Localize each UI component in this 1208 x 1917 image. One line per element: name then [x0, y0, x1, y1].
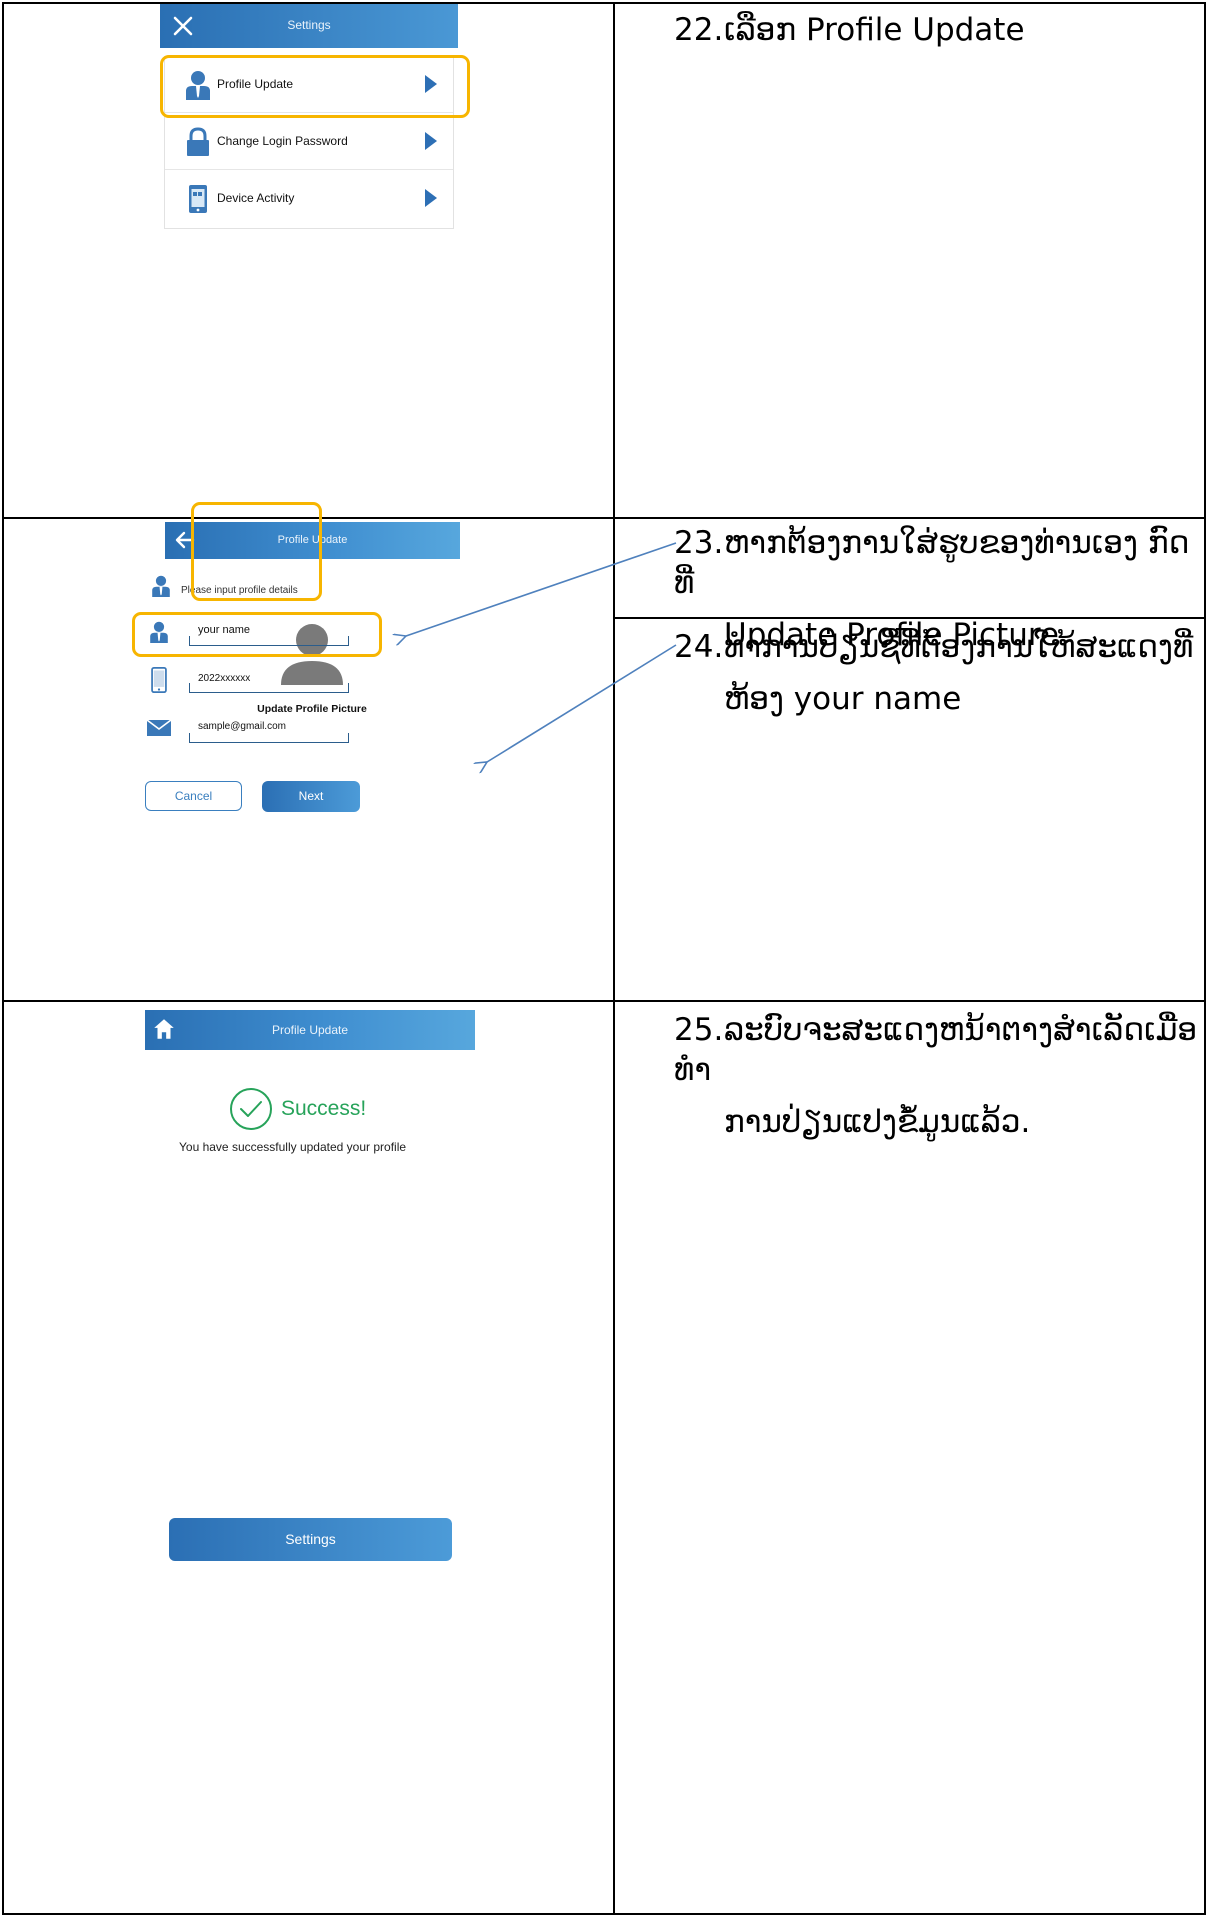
cancel-button[interactable]: Cancel	[145, 781, 242, 811]
chevron-right-icon	[425, 189, 437, 207]
settings-screen: Settings Profile Update Change Login Pas…	[160, 4, 458, 244]
success-heading: Success!	[281, 1097, 367, 1120]
success-screen: Profile Update Success! You have success…	[145, 1010, 475, 1580]
step-text: ຫາກຕ້ອງການໃສ່ຮູບຂອງທ່ານເອງ ກົດທີ່	[674, 525, 1190, 601]
user-icon	[152, 575, 170, 597]
check-circle-icon	[230, 1088, 272, 1130]
chevron-right-icon	[425, 132, 437, 150]
device-icon	[189, 185, 207, 213]
step-25: 25.ລະບົບຈະສະແດງຫນ້າຕາງສຳເລັດເມື່ອ ທຳ ການ…	[674, 1010, 1208, 1142]
step-number: 22.	[674, 12, 724, 48]
next-button[interactable]: Next	[262, 781, 360, 812]
step-24: 24.ທຳການປ່ຽນຊື່ທີ່ຕ້ອງການໃຫ້ສະແດງທີ່ ຫ້ອ…	[674, 627, 1193, 719]
step-number: 25.	[674, 1012, 724, 1048]
app-bar-title: Profile Update	[271, 1023, 349, 1037]
table-column-divider	[613, 2, 615, 1915]
step-text: ເລືອກ Profile Update	[724, 12, 1025, 48]
menu-item-device-activity[interactable]: Device Activity	[165, 171, 453, 227]
email-input[interactable]: sample@gmail.com	[198, 721, 348, 732]
settings-button[interactable]: Settings	[169, 1518, 452, 1561]
app-bar-title: Settings	[287, 18, 331, 32]
highlight-name-field	[132, 612, 382, 657]
highlight-profile-update	[160, 55, 470, 118]
menu-item-label: Change Login Password	[217, 134, 348, 148]
success-message: You have successfully updated your profi…	[179, 1140, 407, 1154]
phone-input-underline	[189, 683, 349, 693]
email-input-underline	[189, 733, 349, 743]
app-bar: Profile Update	[145, 1010, 475, 1050]
step-number: 24.	[674, 629, 724, 665]
step-text-continued: ການປ່ຽນແປງຂໍ້ມູນແລ້ວ.	[724, 1104, 1031, 1140]
menu-item-change-password[interactable]: Change Login Password	[165, 114, 453, 170]
step-text-continued: ຫ້ອງ your name	[724, 681, 962, 717]
lock-icon	[187, 127, 209, 156]
step-number: 23.	[674, 525, 724, 561]
menu-item-label: Device Activity	[217, 191, 295, 205]
table-row-divider	[2, 517, 1206, 519]
profile-picture-label: Update Profile Picture	[257, 703, 367, 715]
step-text: ທຳການປ່ຽນຊື່ທີ່ຕ້ອງການໃຫ້ສະແດງທີ່	[724, 629, 1194, 665]
phone-icon	[151, 667, 167, 693]
app-bar: Settings	[160, 4, 458, 48]
mail-icon	[147, 719, 171, 736]
step-text: ລະບົບຈະສະແດງຫນ້າຕາງສຳເລັດເມື່ອ ທຳ	[674, 1012, 1198, 1088]
table-row-divider	[2, 1000, 1206, 1002]
highlight-profile-picture	[191, 502, 322, 601]
step-22: 22.ເລືອກ Profile Update	[674, 10, 1025, 50]
